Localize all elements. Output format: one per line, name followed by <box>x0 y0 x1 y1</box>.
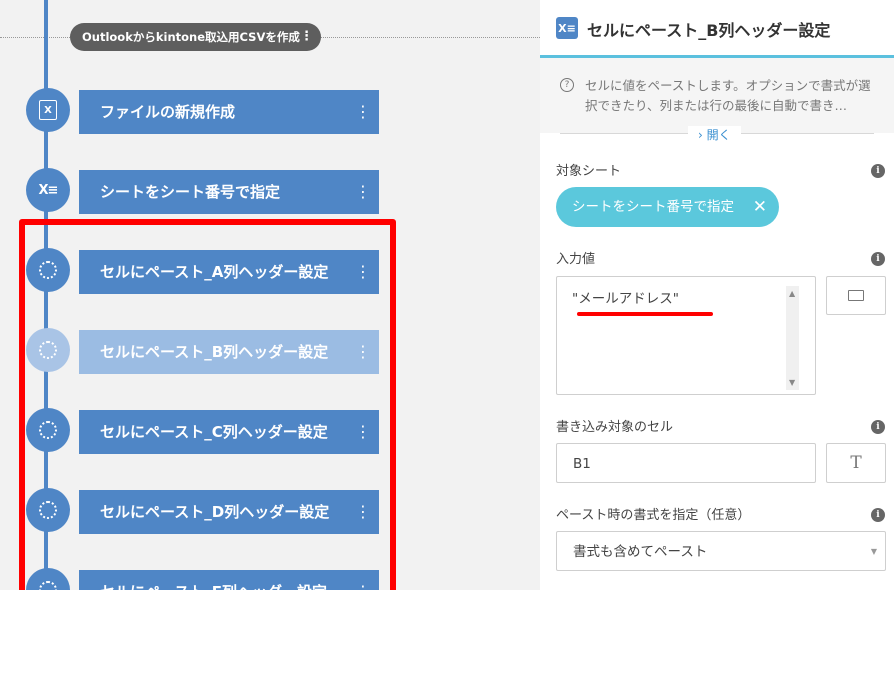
panel-title: セルにペースト_B列ヘッダー設定 <box>587 21 831 40</box>
step-card[interactable]: シートをシート番号で指定 ⋮ <box>79 170 379 214</box>
text-mode-button[interactable]: T <box>826 443 886 483</box>
text-type-icon: T <box>850 453 862 473</box>
step-card[interactable]: ファイルの新規作成 ⋮ <box>79 90 379 134</box>
target-cell-label: 書き込み対象のセル <box>556 420 674 435</box>
keyboard-icon <box>848 290 864 301</box>
target-sheet-chip[interactable]: シートをシート番号で指定 ✕ <box>556 187 779 227</box>
excel-icon: X <box>39 100 57 120</box>
scroll-up-icon[interactable]: ▲ <box>789 289 795 298</box>
info-icon[interactable]: i <box>871 420 885 434</box>
input-value-field[interactable]: "メールアドレス" ▲ ▼ <box>556 276 816 395</box>
scroll-down-icon[interactable]: ▼ <box>789 378 795 387</box>
paste-format-select[interactable]: 書式も含めてペースト ▼ <box>556 531 886 571</box>
red-underline-annotation <box>577 312 713 316</box>
step-menu-icon[interactable]: ⋮ <box>355 90 371 134</box>
info-icon[interactable]: i <box>871 164 885 178</box>
excel-sheet-icon: X≡ <box>38 182 59 198</box>
group-label-text: Outlookからkintone取込用CSVを作成 <box>82 30 300 44</box>
paste-format-value: 書式も含めてペースト <box>573 544 708 560</box>
step-label: ファイルの新規作成 <box>100 103 236 121</box>
excel-icon: X≡ <box>556 17 578 39</box>
input-value-label: 入力値 <box>556 252 596 267</box>
properties-panel: X≡ セルにペースト_B列ヘッダー設定 ? セルに値をペーストします。オプション… <box>540 0 894 697</box>
step-label: シートをシート番号で指定 <box>100 183 281 201</box>
group-menu-icon[interactable]: ⋮ <box>300 23 313 51</box>
paste-format-label: ペースト時の書式を指定（任意） <box>556 508 751 523</box>
step-menu-icon[interactable]: ⋮ <box>355 170 371 214</box>
expand-description-link[interactable]: › 開く <box>688 126 741 143</box>
group-label[interactable]: Outlookからkintone取込用CSVを作成 ⋮ <box>70 23 321 51</box>
panel-header: X≡ セルにペースト_B列ヘッダー設定 <box>540 0 894 58</box>
target-sheet-chip-label: シートをシート番号で指定 <box>572 199 734 215</box>
description-text: セルに値をペーストします。オプションで書式が選択できたり、列または行の最後に自動… <box>585 78 871 113</box>
info-icon[interactable]: i <box>871 508 885 522</box>
keyboard-input-button[interactable] <box>826 276 886 315</box>
step-node[interactable]: X≡ <box>26 168 70 212</box>
description-section: ? セルに値をペーストします。オプションで書式が選択できたり、列または行の最後に… <box>540 58 894 134</box>
step-node[interactable]: X <box>26 88 70 132</box>
remove-chip-icon[interactable]: ✕ <box>753 187 767 227</box>
highlight-annotation-box <box>19 219 396 590</box>
input-value-text: "メールアドレス" <box>572 291 679 307</box>
target-sheet-label: 対象シート <box>556 164 622 179</box>
target-cell-input[interactable]: B1 <box>556 443 816 483</box>
textarea-scrollbar[interactable]: ▲ ▼ <box>786 286 799 390</box>
question-icon: ? <box>560 78 574 92</box>
chevron-down-icon: ▼ <box>870 547 877 556</box>
info-icon[interactable]: i <box>871 252 885 266</box>
flow-canvas: Outlookからkintone取込用CSVを作成 ⋮ X ファイルの新規作成 ⋮ X… <box>0 0 540 590</box>
